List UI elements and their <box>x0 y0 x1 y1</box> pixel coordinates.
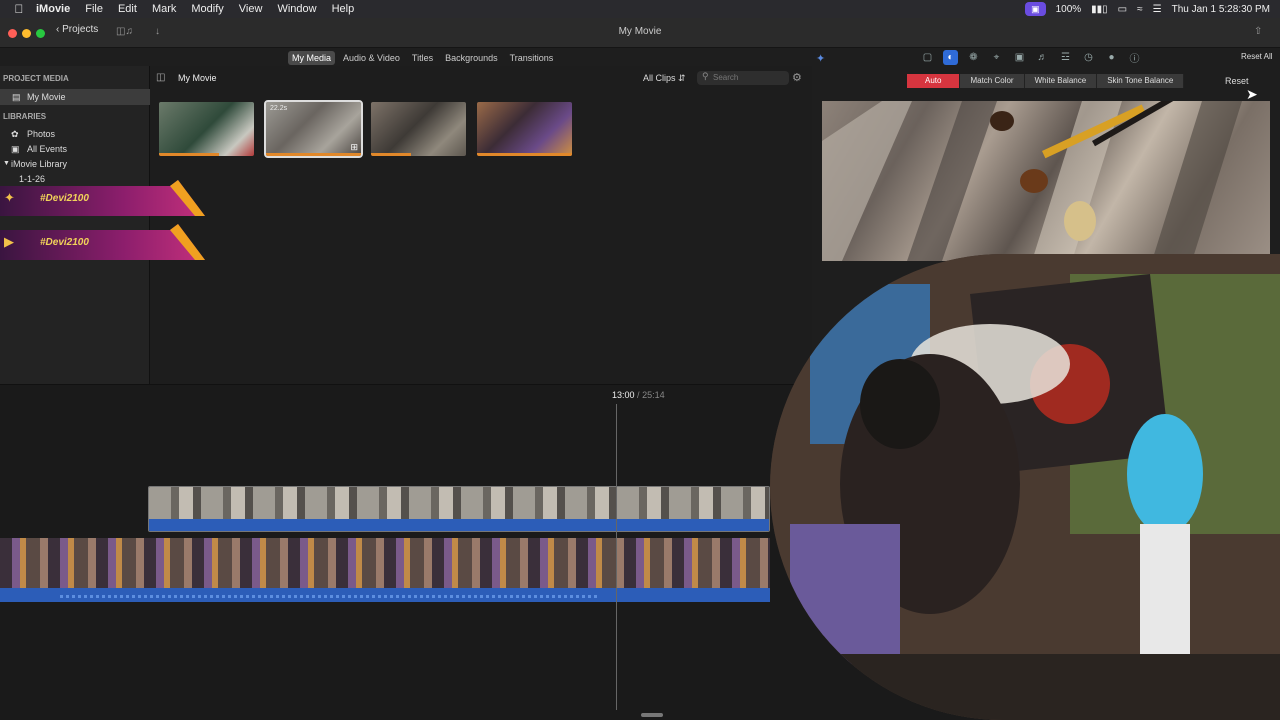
banner-handle: #Devi2100 <box>40 237 89 248</box>
updown-icon: ⇵ <box>678 73 686 83</box>
stabilization-icon[interactable]: ▣ <box>1012 50 1027 65</box>
clip-thumbnail[interactable] <box>371 102 466 156</box>
auto-button[interactable]: Auto <box>907 74 961 88</box>
total-duration: 25:14 <box>642 390 665 400</box>
speed-icon[interactable]: ◷ <box>1081 50 1096 65</box>
adjustments-toolbar: ▢ ◐ ❁ ⌖ ▣ ♬ ☲ ◷ ● ⓘ <box>920 50 1142 65</box>
battery-icon[interactable]: ▮▮▯ <box>1091 4 1108 15</box>
noise-reduction-icon[interactable]: ☲ <box>1058 50 1073 65</box>
clip-usage-bar <box>159 153 219 156</box>
clip-usage-bar <box>266 153 361 156</box>
time-separator: / <box>637 390 640 400</box>
battery-percent: 100% <box>1055 3 1082 15</box>
playhead[interactable] <box>616 404 617 710</box>
timeline-scrollbar[interactable] <box>641 713 663 717</box>
sidebar-item-all-events[interactable]: All Events <box>27 144 67 154</box>
bird-icon: ✦ <box>4 190 15 205</box>
control-center-icon[interactable]: ☰ <box>1153 4 1162 15</box>
clip-thumbnail-selected[interactable]: 22.2s ⊞ <box>264 100 363 158</box>
all-clips-dropdown[interactable]: All Clips ⇵ <box>643 73 686 84</box>
current-time: 13:00 <box>612 390 635 400</box>
menu-mark[interactable]: Mark <box>152 3 176 15</box>
banner-handle: #Devi2100 <box>40 193 89 204</box>
social-banner: ▶ #Devi2100 <box>0 224 205 262</box>
broll-filmstrip <box>149 487 769 519</box>
menu-app-imovie[interactable]: iMovie <box>36 3 70 15</box>
timecode: 13:00 / 25:14 <box>612 390 665 400</box>
reset-all-button[interactable]: Reset All <box>1241 52 1273 61</box>
clip-usage-bar <box>477 153 572 156</box>
banner-shape <box>0 224 205 260</box>
apple-menu-icon[interactable]:  <box>12 2 26 16</box>
menu-clock[interactable]: Thu Jan 1 5:28:30 PM <box>1172 4 1270 15</box>
color-correction-icon[interactable]: ❁ <box>966 50 981 65</box>
search-input[interactable]: Search <box>697 71 789 85</box>
sidebar-item-photos[interactable]: Photos <box>27 129 55 139</box>
clip-usage-bar <box>371 153 411 156</box>
add-clip-icon[interactable]: ⊞ <box>350 142 358 153</box>
menu-window[interactable]: Window <box>277 3 316 15</box>
main-filmstrip <box>0 538 770 588</box>
menu-help[interactable]: Help <box>332 3 355 15</box>
reset-button[interactable]: Reset <box>1225 76 1249 86</box>
tab-titles[interactable]: Titles <box>408 51 437 65</box>
sidebar-item-my-movie[interactable] <box>0 89 150 105</box>
pipes-on-bench-image <box>822 101 1242 261</box>
tab-my-media[interactable]: My Media <box>288 51 336 65</box>
banner-shape <box>0 180 205 216</box>
viewer-preview <box>822 101 1270 261</box>
clip-duration: 22.2s <box>270 105 288 112</box>
volume-icon[interactable]: ♬ <box>1035 50 1050 65</box>
webcam-scene-image <box>770 254 1280 720</box>
menu-view[interactable]: View <box>239 3 263 15</box>
all-clips-label: All Clips <box>643 73 676 83</box>
project-media-header: PROJECT MEDIA <box>3 74 69 83</box>
share-icon[interactable]: ⇧ <box>1254 26 1262 37</box>
display-icon[interactable]: ▭ <box>1118 4 1127 15</box>
skin-tone-balance-button[interactable]: Skin Tone Balance <box>1097 74 1185 88</box>
window-title: My Movie <box>618 26 662 37</box>
media-tabs: My Media Audio & Video Titles Background… <box>288 51 557 65</box>
wifi-icon[interactable]: ≈ <box>1137 4 1143 15</box>
clip-thumbnail[interactable] <box>477 102 572 156</box>
tab-transitions[interactable]: Transitions <box>506 51 558 65</box>
gear-icon[interactable]: ⚙ <box>792 71 802 84</box>
libraries-header: LIBRARIES <box>3 112 47 121</box>
white-balance-button[interactable]: White Balance <box>1024 74 1098 88</box>
clip-thumbnail[interactable] <box>159 102 254 156</box>
social-banner: ✦ #Devi2100 <box>0 180 205 218</box>
magic-wand-icon[interactable]: ✦ <box>816 52 825 65</box>
clip-filter-icon[interactable]: ● <box>1104 50 1119 65</box>
browser-title: My Movie <box>178 73 217 83</box>
info-icon[interactable]: ⓘ <box>1127 50 1142 65</box>
sidebar-toggle-icon[interactable]: ◫ <box>156 72 165 83</box>
menu-bar:  iMovie File Edit Mark Modify View Wind… <box>0 0 1280 18</box>
search-icon: ⚲ <box>702 71 709 81</box>
waveform <box>60 595 600 598</box>
broll-audio-track <box>149 519 769 531</box>
chevron-down-icon[interactable]: ▼ <box>3 160 10 167</box>
tab-backgrounds[interactable]: Backgrounds <box>441 51 502 65</box>
tab-audio-video[interactable]: Audio & Video <box>339 51 404 65</box>
film-icon: ▤ <box>12 92 21 102</box>
menu-file[interactable]: File <box>85 3 103 15</box>
sidebar-item-imovie-library[interactable]: iMovie Library <box>11 159 67 169</box>
sidebar-my-movie-label: My Movie <box>27 92 66 102</box>
webcam-overlay <box>770 254 1280 720</box>
media-browser: ◫ My Movie All Clips ⇵ Search ⚲ ⚙ 22.2s … <box>150 66 812 384</box>
main-clip[interactable] <box>0 538 770 602</box>
color-balance-options: Auto Match Color White Balance Skin Tone… <box>907 74 1185 88</box>
crop-style-icon[interactable]: ▢ <box>920 50 935 65</box>
crop-icon[interactable]: ⌖ <box>989 50 1004 65</box>
photos-icon: ✿ <box>11 129 19 139</box>
screen-record-icon[interactable]: ▣ <box>1025 2 1046 16</box>
menu-modify[interactable]: Modify <box>191 3 223 15</box>
match-color-button[interactable]: Match Color <box>960 74 1025 88</box>
events-icon: ▣ <box>11 144 20 154</box>
broll-clip[interactable] <box>148 486 770 532</box>
main-audio-waveform <box>0 588 770 602</box>
color-balance-icon[interactable]: ◐ <box>943 50 958 65</box>
play-icon: ▶ <box>4 234 14 249</box>
menu-edit[interactable]: Edit <box>118 3 137 15</box>
